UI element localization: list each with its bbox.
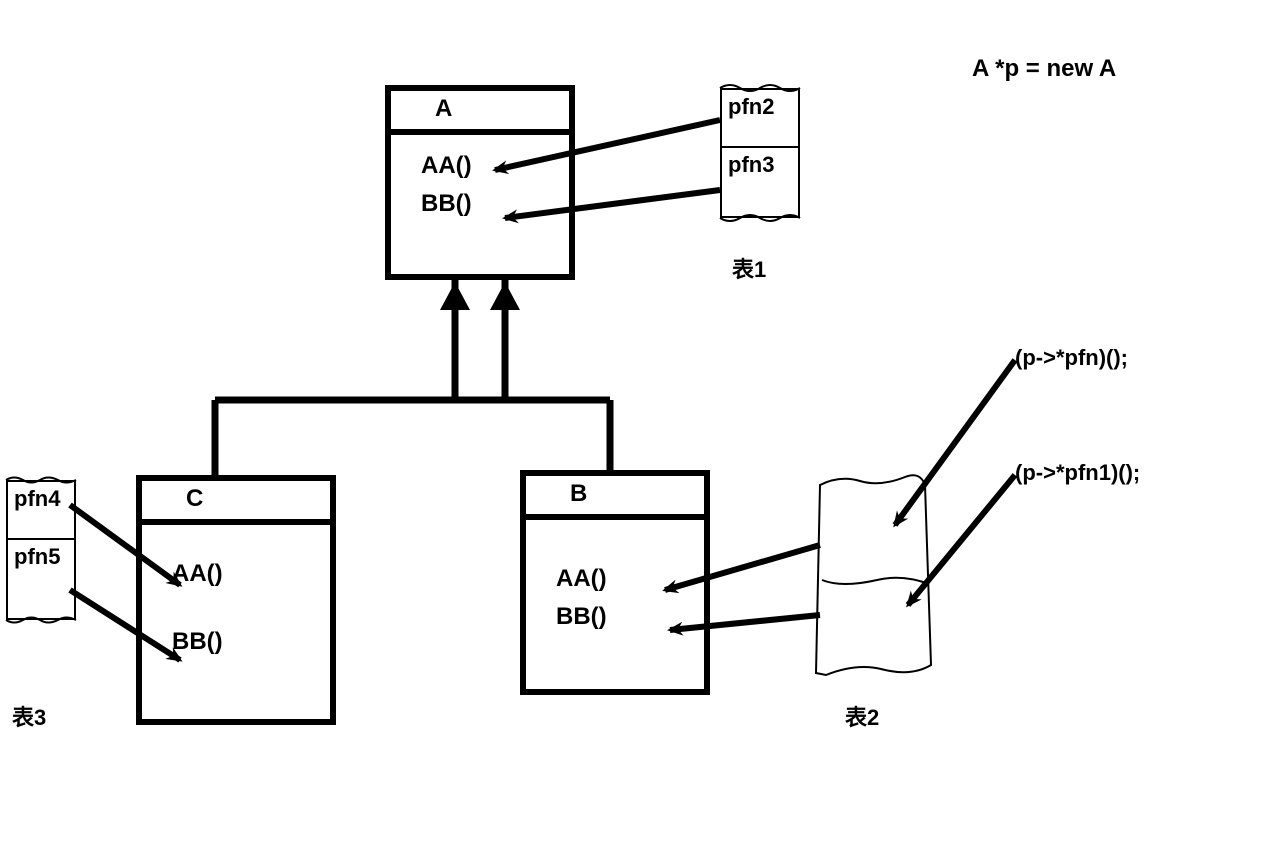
class-box-a: A AA() BB() [385,85,575,280]
class-box-c: C AA() BB() [136,475,336,725]
annotation-pfn1: (p->*pfn1)(); [1015,460,1140,486]
class-a-method-aa: AA() [391,147,569,185]
class-c-title: C [142,481,330,525]
annotation-pfn: (p->*pfn)(); [1015,345,1128,371]
table2-caption: 表2 [845,700,879,732]
class-c-method-aa: AA() [142,555,330,593]
class-b-method-bb: BB() [526,598,704,636]
arrows-overlay [0,0,1280,858]
table2-row2: pfn1 [838,598,893,632]
table2-row1: Pfn [840,525,882,559]
code-snippet: A *p = new A [972,55,1116,83]
table1-note: pfn2 pfn3 [720,88,800,218]
class-b-title: B [526,476,704,520]
class-a-method-bb: BB() [391,185,569,223]
table3-row2: pfn5 [8,540,74,576]
diagram-stage: { "title_code": "A *p = new A", "classA"… [0,0,1280,858]
table1-caption: 表1 [732,252,766,284]
table1-row1: pfn2 [722,90,798,126]
table3-row1: pfn4 [8,482,74,518]
class-c-method-bb: BB() [142,623,330,661]
table3-note: pfn4 pfn5 [6,480,76,620]
class-b-method-aa: AA() [526,560,704,598]
class-a-title: A [391,91,569,135]
class-box-b: B AA() BB() [520,470,710,695]
table1-row2: pfn3 [722,148,798,184]
table3-caption: 表3 [12,700,46,732]
